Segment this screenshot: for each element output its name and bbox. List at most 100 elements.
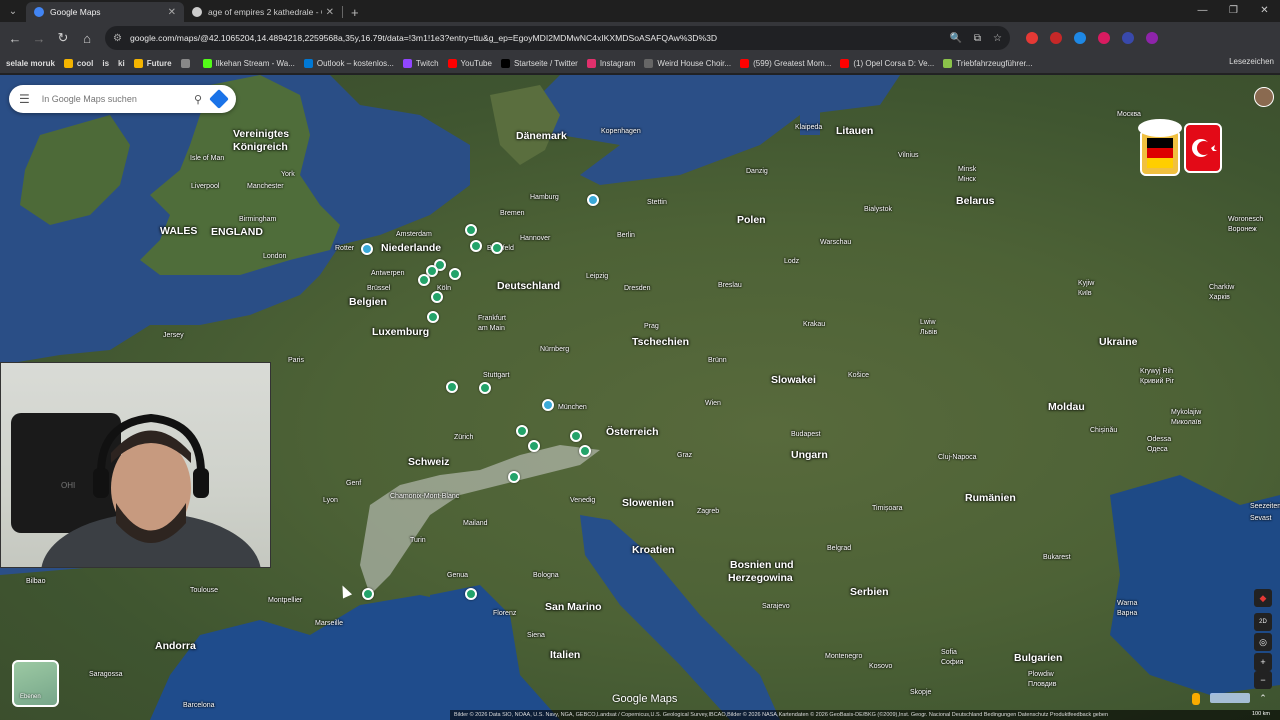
extension-icon[interactable] (1074, 32, 1086, 44)
install-app-icon[interactable]: ⧉ (974, 33, 981, 44)
city-label[interactable]: Sevast (1250, 515, 1271, 522)
city-label[interactable]: Mailand (463, 520, 488, 527)
city-label[interactable]: Genf (346, 480, 361, 487)
saved-place-pin-icon[interactable] (418, 274, 430, 286)
city-label[interactable]: Danzig (746, 168, 768, 175)
city-label[interactable]: Manchester (247, 183, 284, 190)
city-label[interactable]: Sarajevo (762, 603, 790, 610)
city-label[interactable]: Lodz (784, 258, 799, 265)
bookmark-item[interactable]: cool (63, 59, 93, 68)
saved-place-pin-icon[interactable] (446, 381, 458, 393)
compass-control[interactable]: ◆ (1254, 589, 1272, 607)
saved-place-pin-icon[interactable] (465, 588, 477, 600)
city-label[interactable]: Nürnberg (540, 346, 569, 353)
street-view-pegman-icon[interactable] (1192, 693, 1200, 705)
saved-place-pin-icon[interactable] (427, 311, 439, 323)
city-label[interactable]: Saragossa (89, 671, 122, 678)
saved-place-pin-icon[interactable] (542, 399, 554, 411)
city-label[interactable]: Breslau (718, 282, 742, 289)
city-label[interactable]: Antwerpen (371, 270, 404, 277)
bookmark-star-icon[interactable]: ☆ (993, 33, 1002, 44)
city-label[interactable]: Миколаїв (1171, 419, 1201, 426)
city-label[interactable]: Minsk (958, 166, 976, 173)
city-label[interactable]: Birmingham (239, 216, 276, 223)
city-label[interactable]: Marseille (315, 620, 343, 627)
city-label[interactable]: Zürich (454, 434, 473, 441)
bookmark-item[interactable]: Twitch (402, 59, 439, 68)
bookmark-item[interactable]: (1) Opel Corsa D: Ve... (840, 59, 934, 68)
extension-icon[interactable] (1122, 32, 1134, 44)
city-label[interactable]: Vilnius (898, 152, 919, 159)
city-label[interactable]: Львів (920, 329, 937, 336)
city-label[interactable]: Plowdiw (1028, 671, 1054, 678)
city-label[interactable]: Montpellier (268, 597, 302, 604)
search-icon[interactable]: ⚲ (194, 93, 202, 106)
city-label[interactable]: Genua (447, 572, 468, 579)
tab-close-icon[interactable]: ✕ (326, 7, 334, 18)
minimize-button[interactable]: — (1187, 0, 1218, 20)
saved-place-pin-icon[interactable] (516, 425, 528, 437)
city-label[interactable]: Timișoara (872, 505, 902, 512)
bookmark-item[interactable]: Startseite / Twitter (500, 59, 578, 68)
site-info-icon[interactable]: ⚙ (113, 33, 122, 44)
city-label[interactable]: Zagreb (697, 508, 719, 515)
city-label[interactable]: Bologna (533, 572, 559, 579)
bookmark-item[interactable]: Weird House Choir... (644, 59, 731, 68)
forward-button[interactable]: → (27, 26, 51, 50)
saved-place-pin-icon[interactable] (587, 194, 599, 206)
saved-place-pin-icon[interactable] (508, 471, 520, 483)
city-label[interactable]: Пловдив (1028, 681, 1056, 688)
bookmark-item[interactable]: is (102, 59, 109, 68)
city-label[interactable]: Liverpool (191, 183, 219, 190)
bookmark-item[interactable]: Ilkehan Stream - Wa... (202, 59, 295, 68)
city-label[interactable]: Krywyj Rih (1140, 368, 1173, 375)
city-label[interactable]: am Main (478, 325, 505, 332)
back-button[interactable]: ← (3, 26, 27, 50)
city-label[interactable]: London (263, 253, 286, 260)
city-label[interactable]: Leipzig (586, 273, 608, 280)
city-label[interactable]: Bremen (500, 210, 525, 217)
city-label[interactable]: Toulouse (190, 587, 218, 594)
bookmark-item[interactable]: ki (118, 59, 125, 68)
city-label[interactable]: Warschau (820, 239, 851, 246)
city-label[interactable]: Brüssel (367, 285, 390, 292)
city-label[interactable]: Belgrad (827, 545, 851, 552)
saved-place-pin-icon[interactable] (570, 430, 582, 442)
city-label[interactable]: Kopenhagen (601, 128, 641, 135)
city-label[interactable]: Barcelona (183, 702, 215, 709)
tab-search-result[interactable]: age of empires 2 kathedrale - G ✕ (184, 2, 342, 22)
city-label[interactable]: Košice (848, 372, 869, 379)
city-label[interactable]: Hannover (520, 235, 550, 242)
city-label[interactable]: Sofia (941, 649, 957, 656)
extension-icon[interactable] (1098, 32, 1110, 44)
menu-icon[interactable]: ☰ (19, 92, 30, 106)
city-label[interactable]: Florenz (493, 610, 516, 617)
city-label[interactable]: Prag (644, 323, 659, 330)
address-bar[interactable]: ⚙ google.com/maps/@42.1065204,14.4894218… (105, 26, 1010, 50)
saved-place-pin-icon[interactable] (449, 268, 461, 280)
saved-place-pin-icon[interactable] (491, 242, 503, 254)
tab-google-maps[interactable]: Google Maps ✕ (26, 2, 184, 22)
city-label[interactable]: Venedig (570, 497, 595, 504)
city-label[interactable]: Jersey (163, 332, 184, 339)
city-label[interactable]: Bilbao (26, 578, 45, 585)
bookmark-item[interactable] (180, 59, 194, 68)
city-label[interactable]: Chamonix-Mont-Blanc (390, 493, 459, 500)
zoom-in-button[interactable]: + (1254, 653, 1272, 671)
city-label[interactable]: Amsterdam (396, 231, 432, 238)
bookmark-item[interactable]: Instagram (586, 59, 635, 68)
search-input[interactable] (41, 94, 194, 104)
city-label[interactable]: Kosovo (869, 663, 892, 670)
new-tab-button[interactable]: + (343, 2, 367, 22)
city-label[interactable]: Воронеж (1228, 226, 1257, 233)
city-label[interactable]: Mykolajiw (1171, 409, 1201, 416)
directions-icon[interactable] (209, 89, 229, 109)
city-label[interactable]: Budapest (791, 431, 821, 438)
city-label[interactable]: Bukarest (1043, 554, 1071, 561)
bookmark-item[interactable]: (599) Greatest Mom... (740, 59, 831, 68)
bookmark-item[interactable]: YouTube (447, 59, 492, 68)
bookmark-item[interactable]: Future (133, 59, 172, 68)
tab-search-icon[interactable]: ⌄ (0, 0, 26, 22)
city-label[interactable]: Seezeitem (1250, 503, 1280, 510)
extension-icon[interactable] (1050, 32, 1062, 44)
